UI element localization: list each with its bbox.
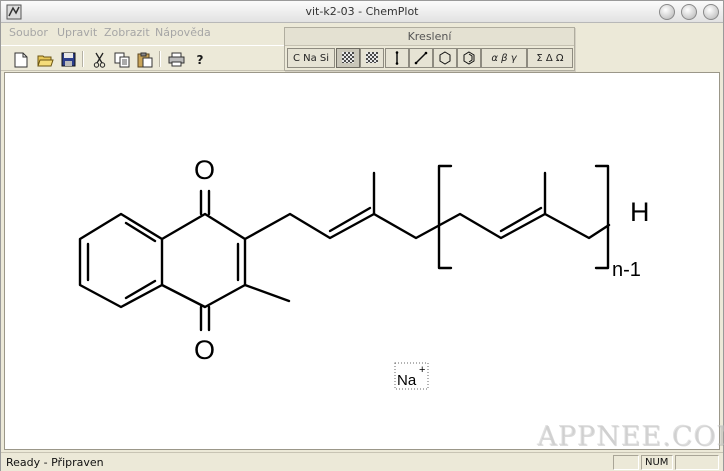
status-bar: Ready - Připraven NUM bbox=[1, 452, 723, 471]
fill-pattern-button[interactable] bbox=[336, 48, 360, 68]
hydrogen-label: H bbox=[630, 197, 650, 227]
ion-charge-label: + bbox=[419, 364, 425, 376]
help-icon[interactable]: ? bbox=[190, 50, 210, 69]
window-title: vit-k2-03 - ChemPlot bbox=[305, 5, 419, 18]
main-toolbar: ? bbox=[1, 45, 285, 71]
side-chain bbox=[243, 212, 611, 241]
drawing-palette-title: Kreslení bbox=[285, 28, 574, 46]
watermark: APPNEE.COM bbox=[537, 421, 724, 452]
paste-icon[interactable] bbox=[135, 50, 155, 69]
sodium-ion-label[interactable]: Na bbox=[397, 372, 417, 389]
greek-uppercase-button[interactable]: Σ Δ Ω bbox=[527, 48, 573, 68]
app-window: vit-k2-03 - ChemPlot Soubor Upravit Zobr… bbox=[0, 0, 724, 471]
molecule-structure: O O H n-1 Na + bbox=[78, 155, 650, 390]
methyl-bond bbox=[243, 283, 291, 303]
new-file-icon[interactable] bbox=[11, 50, 31, 69]
oxygen-top-label: O bbox=[194, 155, 215, 185]
slanted-bond-button[interactable] bbox=[409, 48, 433, 68]
left-bracket bbox=[437, 164, 453, 270]
menu-napoveda[interactable]: Nápověda bbox=[155, 26, 211, 39]
oxygen-bottom-label: O bbox=[194, 335, 215, 365]
minimize-button[interactable] bbox=[659, 4, 675, 20]
status-panel-empty bbox=[675, 455, 719, 470]
menu-soubor[interactable]: Soubor bbox=[9, 26, 48, 39]
toolbar-separator bbox=[82, 51, 84, 67]
copy-icon[interactable] bbox=[112, 50, 132, 69]
menu-upravit[interactable]: Upravit bbox=[57, 26, 97, 39]
fill-pattern-alt-button[interactable] bbox=[360, 48, 384, 68]
save-icon[interactable] bbox=[58, 50, 78, 69]
greek-lowercase-button[interactable]: α β γ bbox=[481, 48, 527, 68]
cut-icon[interactable] bbox=[89, 50, 109, 69]
single-bond-button[interactable] bbox=[385, 48, 409, 68]
status-panel-empty bbox=[613, 455, 639, 470]
benzene-ring bbox=[78, 212, 164, 309]
carbonyl-top-bond bbox=[199, 189, 211, 216]
status-text: Ready - Připraven bbox=[6, 456, 104, 469]
carbonyl-bottom-bond bbox=[199, 305, 211, 332]
close-button[interactable] bbox=[703, 4, 719, 20]
drawing-palette: Kreslení C Na Si α β γ Σ Δ Ω bbox=[284, 27, 575, 71]
repeat-count-label: n-1 bbox=[612, 259, 641, 281]
menu-zobrazit[interactable]: Zobrazit bbox=[104, 26, 150, 39]
print-icon[interactable] bbox=[166, 50, 186, 69]
hexagon-ring-button[interactable] bbox=[433, 48, 457, 68]
aromatic-ring-button[interactable] bbox=[457, 48, 481, 68]
element-text-button[interactable]: C Na Si bbox=[287, 48, 335, 68]
title-bar: vit-k2-03 - ChemPlot bbox=[1, 1, 723, 23]
maximize-button[interactable] bbox=[681, 4, 697, 20]
right-bracket bbox=[594, 164, 610, 270]
drawing-canvas[interactable]: O O H n-1 Na + bbox=[4, 72, 720, 450]
open-folder-icon[interactable] bbox=[35, 50, 55, 69]
toolbar-separator bbox=[159, 51, 161, 67]
quinone-ring bbox=[160, 212, 247, 309]
status-num-indicator: NUM bbox=[641, 455, 673, 470]
